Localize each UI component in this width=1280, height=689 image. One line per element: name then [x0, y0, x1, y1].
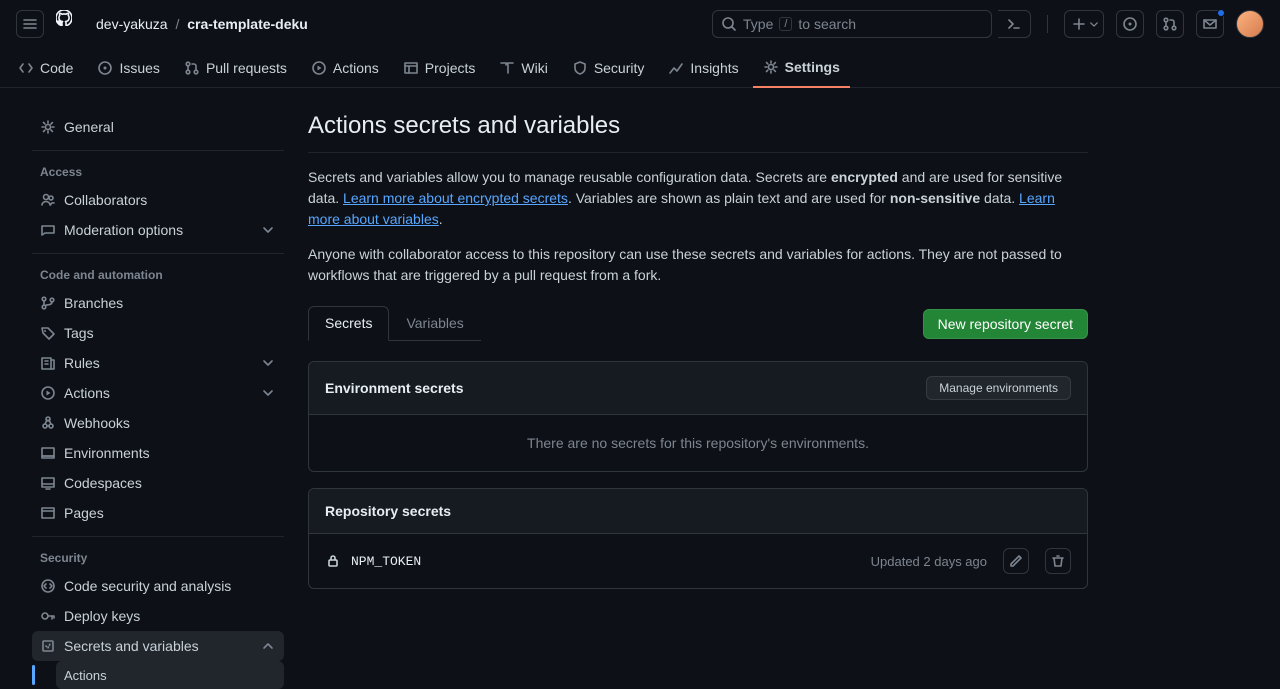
pull-requests-button[interactable]: [1156, 10, 1184, 38]
description-paragraph-2: Anyone with collaborator access to this …: [308, 244, 1088, 286]
search-placeholder-suffix: to search: [798, 16, 856, 32]
tab-secrets[interactable]: Secrets: [308, 306, 389, 341]
description-paragraph-1: Secrets and variables allow you to manag…: [308, 167, 1088, 230]
sidebar-item-codespaces[interactable]: Codespaces: [32, 468, 284, 498]
environment-secrets-title: Environment secrets: [325, 380, 464, 396]
notifications-button[interactable]: [1196, 10, 1224, 38]
manage-environments-button[interactable]: Manage environments: [926, 376, 1071, 400]
sidebar-item-secrets-variables[interactable]: Secrets and variables: [32, 631, 284, 661]
lock-icon: [325, 553, 341, 569]
create-menu-button[interactable]: [1064, 10, 1104, 38]
sidebar-header-security: Security: [32, 545, 284, 571]
page-title: Actions secrets and variables: [308, 112, 1088, 140]
search-slash-key: /: [779, 17, 792, 31]
delete-secret-button[interactable]: [1045, 548, 1071, 574]
edit-secret-button[interactable]: [1003, 548, 1029, 574]
sidebar-item-branches[interactable]: Branches: [32, 288, 284, 318]
breadcrumb: dev-yakuza / cra-template-deku: [96, 16, 308, 32]
sidebar-item-moderation[interactable]: Moderation options: [32, 215, 284, 245]
sidebar-item-deploy-keys[interactable]: Deploy keys: [32, 601, 284, 631]
repository-secrets-panel: Repository secrets NPM_TOKEN Updated 2 d…: [308, 488, 1088, 589]
sidebar-item-rules[interactable]: Rules: [32, 348, 284, 378]
issues-button[interactable]: [1116, 10, 1144, 38]
sidebar-header-code: Code and automation: [32, 262, 284, 288]
tab-projects[interactable]: Projects: [393, 48, 486, 88]
tab-variables[interactable]: Variables: [389, 306, 480, 340]
command-palette-button[interactable]: [998, 10, 1031, 38]
hamburger-button[interactable]: [16, 10, 44, 38]
learn-secrets-link[interactable]: Learn more about encrypted secrets: [343, 190, 568, 206]
tab-insights[interactable]: Insights: [658, 48, 748, 88]
breadcrumb-repo[interactable]: cra-template-deku: [187, 16, 308, 32]
breadcrumb-owner[interactable]: dev-yakuza: [96, 16, 168, 32]
sidebar-item-actions[interactable]: Actions: [32, 378, 284, 408]
secret-row: NPM_TOKEN Updated 2 days ago: [309, 534, 1087, 588]
sidebar-item-general[interactable]: General: [32, 112, 284, 142]
notification-dot: [1217, 9, 1225, 17]
tab-code[interactable]: Code: [8, 48, 83, 88]
tab-wiki[interactable]: Wiki: [489, 48, 557, 88]
search-input[interactable]: Type / to search: [712, 10, 992, 38]
secret-updated: Updated 2 days ago: [871, 554, 987, 569]
environment-secrets-empty: There are no secrets for this repository…: [309, 415, 1087, 471]
chevron-down-icon: [260, 355, 276, 371]
tab-settings[interactable]: Settings: [753, 48, 850, 88]
github-logo[interactable]: [56, 10, 84, 38]
tab-actions[interactable]: Actions: [301, 48, 389, 88]
sidebar-item-tags[interactable]: Tags: [32, 318, 284, 348]
sidebar-header-access: Access: [32, 159, 284, 185]
tab-pulls[interactable]: Pull requests: [174, 48, 297, 88]
repository-secrets-title: Repository secrets: [325, 503, 451, 519]
search-placeholder-prefix: Type: [743, 16, 773, 32]
chevron-down-icon: [260, 385, 276, 401]
sidebar-item-environments[interactable]: Environments: [32, 438, 284, 468]
sidebar-item-collaborators[interactable]: Collaborators: [32, 185, 284, 215]
sidebar-item-code-security[interactable]: Code security and analysis: [32, 571, 284, 601]
breadcrumb-separator: /: [175, 16, 179, 32]
secret-name: NPM_TOKEN: [351, 554, 421, 569]
avatar[interactable]: [1236, 10, 1264, 38]
sidebar-sub-actions[interactable]: Actions: [56, 661, 284, 689]
tab-security[interactable]: Security: [562, 48, 655, 88]
tab-issues[interactable]: Issues: [87, 48, 169, 88]
search-icon: [721, 16, 737, 32]
sidebar-item-webhooks[interactable]: Webhooks: [32, 408, 284, 438]
new-repository-secret-button[interactable]: New repository secret: [923, 309, 1088, 339]
chevron-down-icon: [260, 222, 276, 238]
chevron-up-icon: [260, 638, 276, 654]
environment-secrets-panel: Environment secrets Manage environments …: [308, 361, 1088, 472]
sidebar-item-pages[interactable]: Pages: [32, 498, 284, 528]
